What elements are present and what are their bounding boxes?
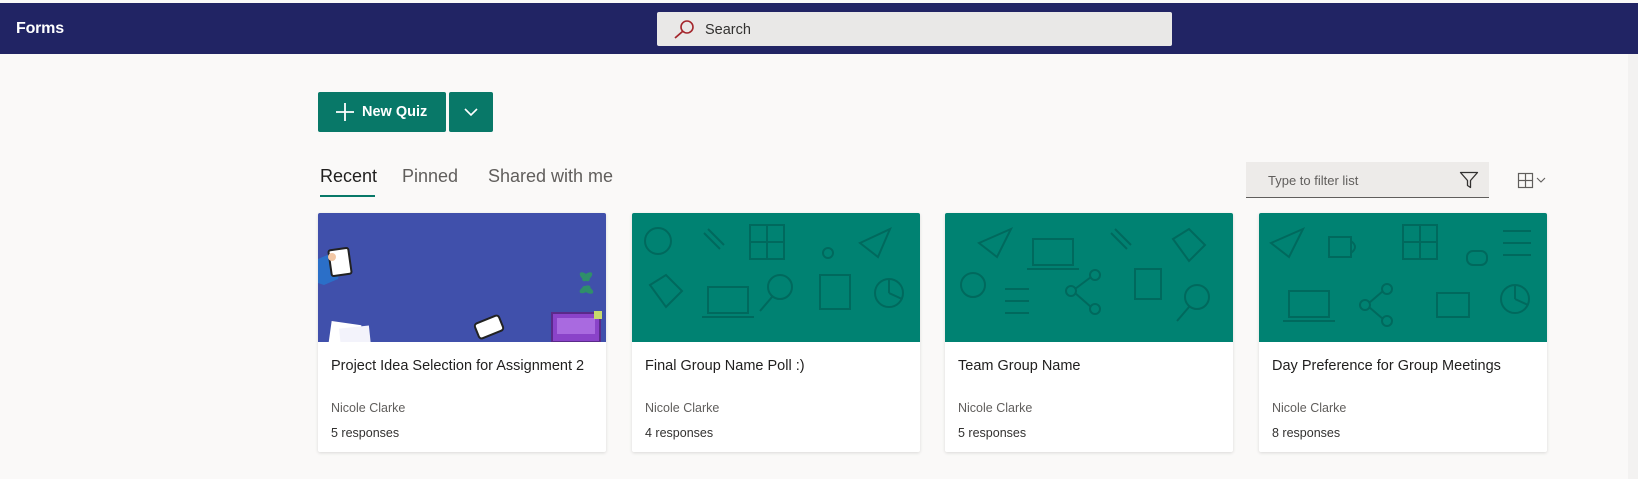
form-card[interactable]: Team Group Name Nicole Clarke 5 response… — [945, 213, 1233, 452]
form-response-count: 5 responses — [958, 426, 1027, 440]
form-thumbnail — [945, 213, 1233, 342]
search-icon — [674, 20, 694, 39]
grid-view-icon — [1517, 172, 1546, 189]
search-input[interactable]: Search — [657, 12, 1172, 46]
new-quiz-button[interactable]: New Quiz — [318, 92, 446, 132]
form-response-count: 8 responses — [1272, 426, 1341, 440]
tab-shared-with-me[interactable]: Shared with me — [488, 166, 613, 187]
filter-placeholder: Type to filter list — [1268, 173, 1359, 188]
form-title: Project Idea Selection for Assignment 2 — [331, 358, 585, 374]
form-card[interactable]: Day Preference for Group Meetings Nicole… — [1259, 213, 1547, 452]
filter-list-input[interactable]: Type to filter list — [1246, 162, 1489, 198]
filter-icon[interactable] — [1459, 171, 1479, 189]
view-layout-toggle[interactable] — [1517, 170, 1557, 192]
new-quiz-label: New Quiz — [362, 104, 428, 120]
plus-icon — [336, 103, 354, 121]
new-form-options-dropdown[interactable] — [449, 92, 493, 132]
form-response-count: 4 responses — [645, 426, 714, 440]
form-response-count: 5 responses — [331, 426, 400, 440]
tab-recent[interactable]: Recent — [320, 166, 377, 187]
vertical-scrollbar[interactable] — [1628, 54, 1638, 479]
form-thumbnail — [632, 213, 920, 342]
form-owner: Nicole Clarke — [331, 401, 406, 415]
form-card[interactable]: Project Idea Selection for Assignment 2 … — [318, 213, 606, 452]
tab-pinned[interactable]: Pinned — [402, 166, 458, 187]
form-card[interactable]: Final Group Name Poll :) Nicole Clarke 4… — [632, 213, 920, 452]
form-owner: Nicole Clarke — [1272, 401, 1347, 415]
search-placeholder: Search — [705, 22, 751, 38]
form-title: Team Group Name — [958, 358, 1081, 374]
form-thumbnail — [318, 213, 606, 342]
top-header-bar: Forms Search — [0, 3, 1638, 54]
form-owner: Nicole Clarke — [958, 401, 1033, 415]
chevron-down-icon — [464, 108, 478, 117]
app-title[interactable]: Forms — [16, 20, 64, 38]
active-tab-indicator — [320, 195, 375, 197]
form-title: Final Group Name Poll :) — [645, 358, 805, 374]
form-title: Day Preference for Group Meetings — [1272, 358, 1501, 374]
form-thumbnail — [1259, 213, 1547, 342]
form-owner: Nicole Clarke — [645, 401, 720, 415]
